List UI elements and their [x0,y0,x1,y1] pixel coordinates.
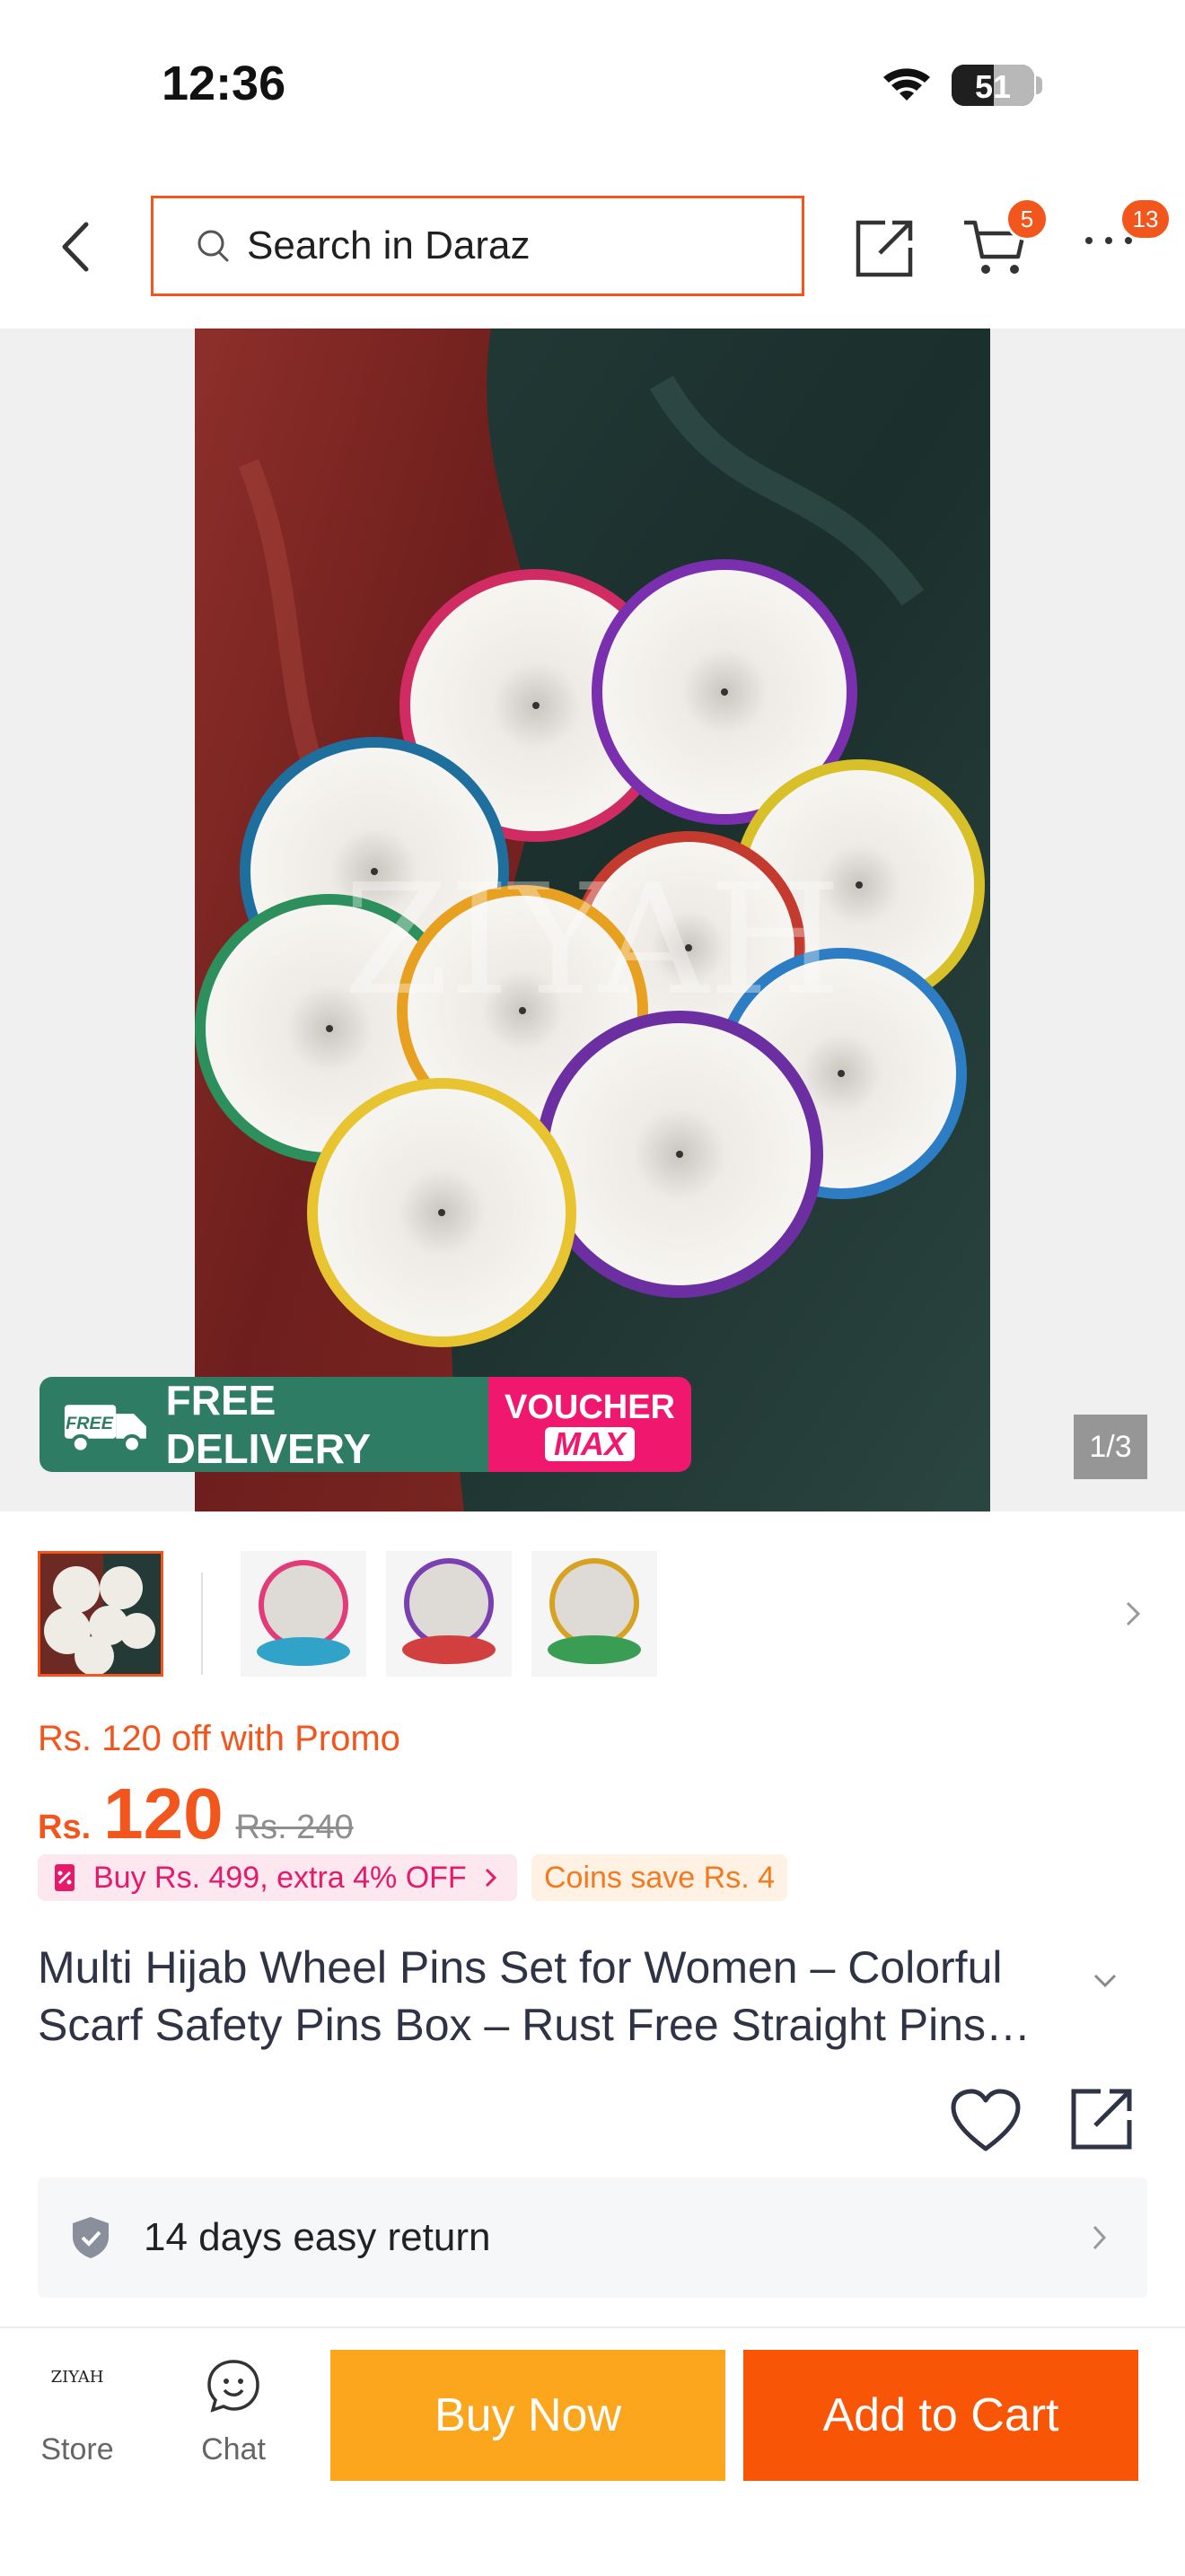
coins-badge: Coins save Rs. 4 [531,1854,787,1901]
discount-tag-icon [55,1864,75,1891]
watermark-text: ZIYAH [343,852,841,1030]
promo-text: Rs. 120 off with Promo [38,1719,400,1758]
buy-now-button[interactable]: Buy Now [330,2350,725,2481]
back-button[interactable] [50,215,104,278]
free-delivery-label: FREE DELIVERY [165,1377,371,1472]
chat-label: Chat [201,2432,266,2466]
thumbnail-3[interactable] [386,1551,512,1677]
share-icon[interactable] [1068,2084,1137,2157]
store-label: Store [40,2432,114,2466]
thumbnail-4[interactable] [531,1551,657,1677]
store-button[interactable]: ZIYAH Store [14,2361,140,2468]
store-logo: ZIYAH [50,2368,104,2387]
buy-more-offer[interactable]: Buy Rs. 499, extra 4% OFF [38,1854,517,1901]
cart-badge: 5 [1005,197,1049,241]
chat-button[interactable]: Chat [171,2350,296,2475]
voucher-max-label: MAX [545,1427,635,1461]
thumbnail-divider [201,1573,203,1675]
buy-more-label: Buy Rs. 499, extra 4% OFF [93,1860,467,1895]
image-counter: 1/3 [1074,1415,1147,1479]
delivery-truck-icon: FREE [64,1405,146,1454]
thumbnail-2[interactable] [241,1551,366,1677]
chat-icon [207,2360,259,2413]
more-badge: 13 [1119,197,1172,241]
search-icon [198,230,229,262]
add-to-cart-button[interactable]: Add to Cart [743,2350,1138,2481]
product-title: Multi Hijab Wheel Pins Set for Women – C… [38,1942,1031,2050]
battery-level: 51 [974,68,1012,105]
product-photo[interactable]: ZIYAH [195,329,990,1511]
heart-icon[interactable] [950,2088,1022,2159]
search-placeholder: Search in Daraz [247,223,531,267]
battery-icon: 51 [952,65,1034,106]
chevron-right-icon [485,1868,496,1888]
chevron-right-icon [1093,2225,1107,2250]
search-input[interactable]: Search in Daraz [151,196,804,296]
back-arrow-icon [62,222,89,272]
shield-icon [73,2217,109,2258]
free-tag: FREE [66,1414,114,1433]
easy-return-row[interactable]: 14 days easy return [38,2177,1147,2298]
wifi-icon [880,63,934,109]
status-time: 12:36 [162,57,286,110]
easy-return-label: 14 days easy return [144,2215,491,2259]
chevron-down-icon[interactable] [1090,1970,1120,1996]
price-value: 120 [103,1774,224,1853]
voucher-label: VOUCHER [504,1389,676,1426]
free-delivery-voucher-banner: FREE FREE DELIVERY VOUCHER MAX [40,1377,691,1472]
price-currency: Rs. [38,1809,92,1846]
thumbnail-1[interactable] [38,1551,163,1677]
share-icon[interactable] [853,215,917,285]
price-row: Rs. 120 Rs. 240 [38,1773,354,1855]
original-price: Rs. 240 [235,1809,354,1846]
battery-cap [1036,76,1042,94]
chevron-right-icon[interactable] [1122,1596,1146,1636]
